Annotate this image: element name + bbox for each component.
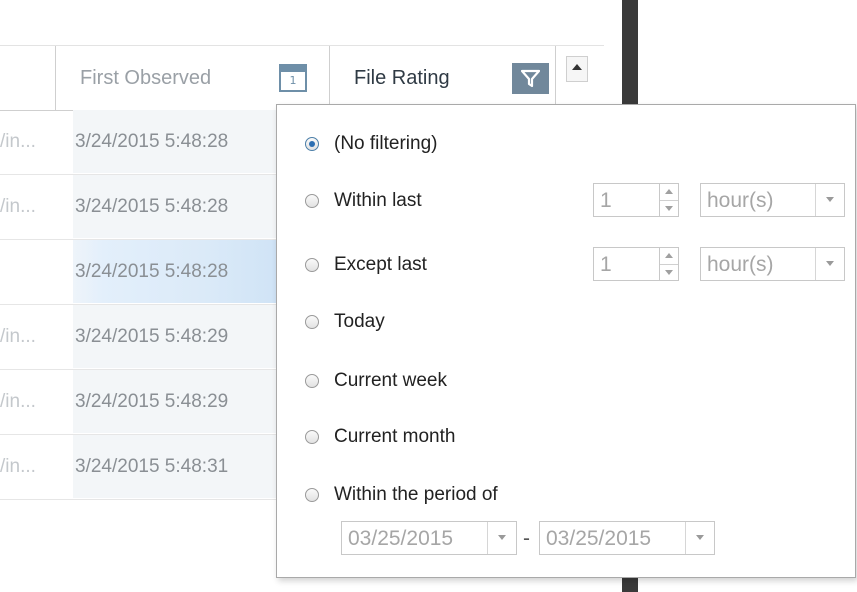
chevron-down-icon[interactable] [487, 522, 516, 554]
radio[interactable] [305, 488, 319, 502]
row-first-observed: 3/24/2015 5:48:28 [75, 196, 229, 217]
spinner-down-icon[interactable] [660, 200, 678, 217]
row-path: /in... [0, 326, 36, 347]
option-label: Current week [334, 370, 447, 391]
column-separator[interactable] [555, 46, 556, 110]
option-within-last[interactable]: Within last [305, 189, 422, 213]
option-except-last[interactable]: Except last [305, 253, 427, 277]
chevron-down-icon[interactable] [815, 184, 844, 216]
radio[interactable] [305, 430, 319, 444]
option-label: Current month [334, 426, 456, 447]
date-filter-panel: (No filtering) Within last 1 hour(s) Exc… [276, 104, 856, 578]
column-header-first-observed[interactable]: First Observed [80, 67, 211, 90]
row-first-observed: 3/24/2015 5:48:29 [75, 391, 229, 412]
chevron-down-icon[interactable] [685, 522, 714, 554]
option-label: Within last [334, 190, 422, 211]
table-header: First Observed 1 File Rating [0, 45, 604, 111]
radio[interactable] [305, 194, 319, 208]
spinner-up-icon[interactable] [660, 184, 678, 200]
calendar-icon-day: 1 [289, 74, 297, 87]
period-to-date[interactable]: 03/25/2015 [539, 521, 715, 555]
radio[interactable] [305, 315, 319, 329]
select-value: hour(s) [707, 253, 774, 276]
select-value: hour(s) [707, 189, 774, 212]
scroll-up-button[interactable] [566, 56, 588, 82]
within-last-unit-select[interactable]: hour(s) [700, 183, 845, 217]
row-first-observed: 3/24/2015 5:48:29 [75, 326, 229, 347]
radio-selected[interactable] [305, 137, 319, 151]
except-last-unit-select[interactable]: hour(s) [700, 247, 845, 281]
option-label: Within the period of [334, 484, 498, 505]
row-first-observed: 3/24/2015 5:48:28 [75, 261, 229, 282]
row-path: /in... [0, 131, 36, 152]
option-today[interactable]: Today [305, 310, 385, 334]
option-current-month[interactable]: Current month [305, 425, 455, 449]
row-first-observed: 3/24/2015 5:48:28 [75, 131, 229, 152]
column-header-file-rating[interactable]: File Rating [354, 67, 450, 90]
calendar-icon[interactable]: 1 [279, 64, 307, 92]
row-first-observed: 3/24/2015 5:48:31 [75, 456, 229, 477]
option-within-period[interactable]: Within the period of [305, 483, 498, 507]
column-separator[interactable] [329, 46, 330, 110]
radio[interactable] [305, 374, 319, 388]
except-last-spinner[interactable]: 1 [593, 247, 679, 281]
option-label: (No filtering) [334, 133, 438, 154]
chevron-down-icon[interactable] [815, 248, 844, 280]
period-from-date[interactable]: 03/25/2015 [341, 521, 517, 555]
spinner-value: 1 [600, 253, 612, 276]
date-value: 03/25/2015 [546, 527, 652, 550]
within-last-spinner[interactable]: 1 [593, 183, 679, 217]
row-path: /in... [0, 196, 36, 217]
row-path: /in... [0, 456, 36, 477]
period-separator: - [523, 527, 530, 550]
column-separator[interactable] [55, 46, 56, 110]
funnel-icon [521, 69, 540, 88]
spinner-up-icon[interactable] [660, 248, 678, 264]
radio[interactable] [305, 258, 319, 272]
option-label: Today [334, 311, 385, 332]
option-no-filtering[interactable]: (No filtering) [305, 132, 437, 156]
option-current-week[interactable]: Current week [305, 369, 447, 393]
row-path: /in... [0, 391, 36, 412]
filter-button[interactable] [512, 63, 549, 94]
spinner-down-icon[interactable] [660, 264, 678, 281]
date-value: 03/25/2015 [348, 527, 454, 550]
spinner-value: 1 [600, 189, 612, 212]
option-label: Except last [334, 254, 427, 275]
